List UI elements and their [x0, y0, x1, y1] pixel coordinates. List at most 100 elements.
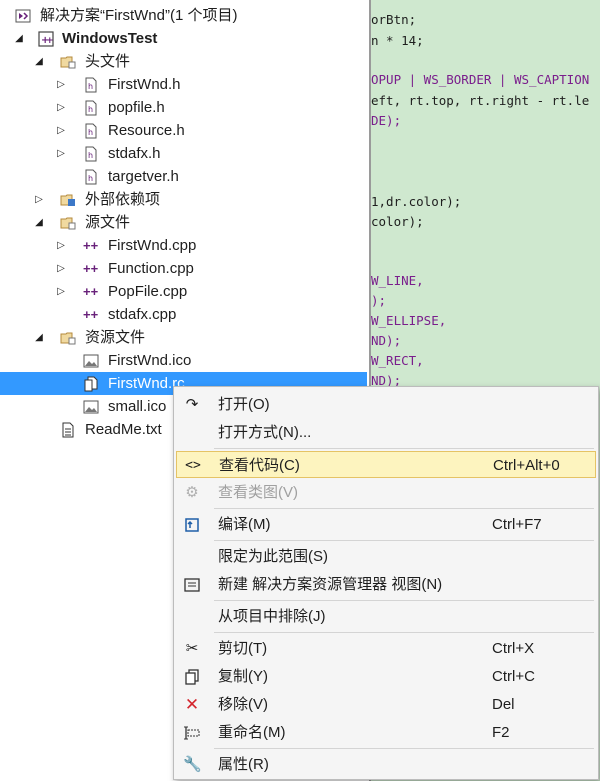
cpp-file-icon: ++ [83, 284, 99, 299]
filter-folder-icon [60, 332, 76, 345]
header-file-icon: h [85, 100, 97, 116]
text-file-icon [62, 422, 74, 438]
solution-label: 解决方案“FirstWnd”(1 个项目) [40, 7, 238, 24]
open-arrow-icon: ↷ [185, 396, 199, 413]
file-label: PopFile.cpp [108, 283, 188, 300]
menu-item-copy[interactable]: 复制(Y) Ctrl+C [176, 663, 596, 690]
collapsed-arrow-icon[interactable]: ▷ [33, 188, 45, 211]
tree-item-file[interactable]: FirstWnd.ico [0, 349, 367, 372]
menu-item-label: 剪切(T) [218, 640, 268, 657]
resource-file-icon [84, 376, 98, 392]
cpp-file-icon: ++ [83, 261, 99, 276]
external-deps-icon [60, 194, 75, 206]
tree-item-headers-folder[interactable]: ◢ 头文件 [0, 50, 367, 73]
tree-item-external-deps[interactable]: ▷ 外部依赖项 [0, 188, 367, 211]
tree-item-file[interactable]: ▷ ++ PopFile.cpp [0, 280, 367, 303]
collapsed-arrow-icon[interactable]: ▷ [55, 73, 67, 96]
filter-folder-icon [60, 217, 76, 230]
header-file-icon: h [85, 77, 97, 93]
tree-item-resources-folder[interactable]: ◢ 资源文件 [0, 326, 367, 349]
copy-icon [185, 669, 199, 685]
tree-item-file[interactable]: ▷ ++ Function.cpp [0, 257, 367, 280]
menu-item-new-view[interactable]: 新建 解决方案资源管理器 视图(N) [176, 571, 596, 598]
menu-item-exclude[interactable]: 从项目中排除(J) [176, 603, 596, 630]
code-line: 1,dr.color); [371, 194, 462, 209]
svg-text:h: h [88, 105, 93, 114]
tree-item-solution[interactable]: 解决方案“FirstWnd”(1 个项目) [0, 4, 367, 27]
tree-item-project[interactable]: ◢ + + WindowsTest [0, 27, 367, 50]
menu-item-remove[interactable]: ✕ 移除(V) Del [176, 691, 596, 718]
tree-item-file[interactable]: ▷ h popfile.h [0, 96, 367, 119]
menu-item-label: 新建 解决方案资源管理器 视图(N) [218, 576, 443, 593]
menu-separator [214, 600, 594, 601]
tree-item-file[interactable]: ++ stdafx.cpp [0, 303, 367, 326]
shortcut-label: Del [492, 696, 515, 713]
menu-item-properties[interactable]: 🔧 属性(R) [176, 751, 596, 778]
code-line: W_ELLIPSE, [371, 313, 447, 328]
file-label: Resource.h [108, 122, 185, 139]
menu-item-label: 从项目中排除(J) [218, 608, 326, 625]
expanded-arrow-icon[interactable]: ◢ [33, 326, 45, 349]
tree-item-sources-folder[interactable]: ◢ 源文件 [0, 211, 367, 234]
svg-text:+: + [46, 36, 54, 46]
collapsed-arrow-icon[interactable]: ▷ [55, 234, 67, 257]
menu-separator [214, 508, 594, 509]
menu-item-cut[interactable]: ✂ 剪切(T) Ctrl+X [176, 635, 596, 662]
tree-item-file[interactable]: ▷ h stdafx.h [0, 142, 367, 165]
shortcut-label: F2 [492, 724, 510, 741]
file-label: stdafx.h [108, 145, 161, 162]
file-label: ReadMe.txt [85, 421, 162, 438]
header-file-icon: h [85, 169, 97, 185]
tree-item-file[interactable]: h targetver.h [0, 165, 367, 188]
svg-text:h: h [88, 151, 93, 160]
cpp-file-icon: ++ [83, 307, 99, 322]
menu-item-open[interactable]: ↷ 打开(O) [176, 391, 596, 418]
menu-item-label: 移除(V) [218, 696, 268, 713]
file-label: FirstWnd.h [108, 76, 181, 93]
solution-icon [15, 9, 31, 23]
menu-item-label: 编译(M) [218, 516, 271, 533]
collapsed-arrow-icon[interactable]: ▷ [55, 119, 67, 142]
shortcut-label: Ctrl+F7 [492, 516, 542, 533]
expanded-arrow-icon[interactable]: ◢ [33, 211, 45, 234]
tree-item-file[interactable]: ▷ ++ FirstWnd.cpp [0, 234, 367, 257]
menu-item-scope-to-this[interactable]: 限定为此范围(S) [176, 543, 596, 570]
menu-item-label: 查看代码(C) [219, 457, 300, 474]
menu-item-label: 打开方式(N)... [218, 424, 312, 441]
menu-separator [214, 448, 594, 449]
menu-separator [214, 748, 594, 749]
collapsed-arrow-icon[interactable]: ▷ [55, 257, 67, 280]
menu-item-label: 限定为此范围(S) [218, 548, 328, 565]
svg-text:h: h [88, 128, 93, 137]
tree-item-file[interactable]: ▷ h FirstWnd.h [0, 73, 367, 96]
collapsed-arrow-icon[interactable]: ▷ [55, 280, 67, 303]
menu-item-compile[interactable]: 编译(M) Ctrl+F7 [176, 511, 596, 538]
tree-item-file[interactable]: ▷ h Resource.h [0, 119, 367, 142]
code-line: orBtn; [371, 12, 417, 27]
collapsed-arrow-icon[interactable]: ▷ [55, 96, 67, 119]
collapsed-arrow-icon[interactable]: ▷ [55, 142, 67, 165]
menu-item-label: 查看类图(V) [218, 484, 298, 501]
scissors-icon: ✂ [185, 640, 199, 657]
code-line: W_LINE, [371, 273, 424, 288]
menu-item-view-code[interactable]: <> 查看代码(C) Ctrl+Alt+0 [176, 451, 596, 478]
file-label: Function.cpp [108, 260, 194, 277]
menu-item-rename[interactable]: 重命名(M) F2 [176, 719, 596, 746]
svg-text:h: h [88, 174, 93, 183]
project-label: WindowsTest [62, 30, 158, 47]
menu-item-view-class-diagram[interactable]: ⚙ 查看类图(V) [176, 479, 596, 506]
expanded-arrow-icon[interactable]: ◢ [13, 27, 25, 50]
folder-label: 源文件 [85, 214, 131, 231]
expanded-arrow-icon[interactable]: ◢ [33, 50, 45, 73]
context-menu: ↷ 打开(O) 打开方式(N)... <> 查看代码(C) Ctrl+Alt+0… [173, 386, 599, 780]
image-file-icon [83, 354, 99, 368]
rename-icon [184, 726, 200, 740]
menu-separator [214, 540, 594, 541]
menu-item-open-with[interactable]: 打开方式(N)... [176, 419, 596, 446]
code-line: ); [371, 293, 387, 308]
folder-label: 头文件 [85, 53, 131, 70]
image-file-icon [83, 400, 99, 414]
remove-x-icon: ✕ [184, 695, 200, 714]
code-line: ND); [371, 333, 402, 348]
wrench-icon: 🔧 [183, 756, 202, 773]
